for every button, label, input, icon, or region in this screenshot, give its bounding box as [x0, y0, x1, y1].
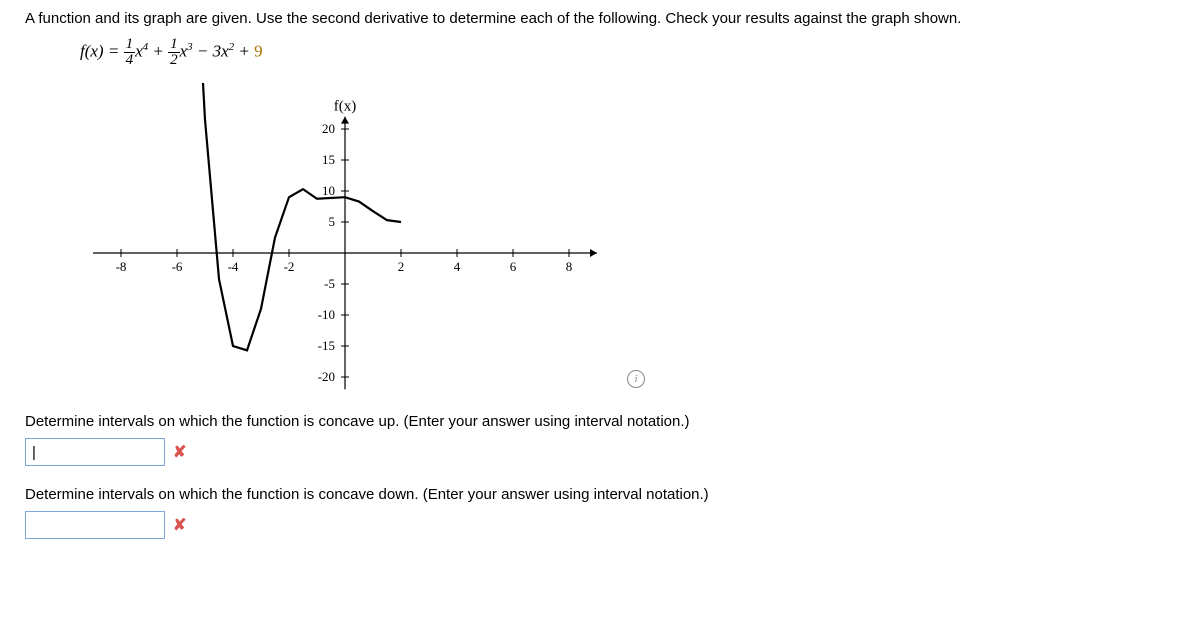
eq-lhs: f(x) =	[80, 41, 124, 60]
eq-constant: 9	[254, 41, 263, 60]
eq-minus: − 3x	[193, 41, 229, 60]
eq-plus2: +	[234, 41, 254, 60]
svg-text:10: 10	[322, 183, 335, 198]
question-concave-down: Determine intervals on which the functio…	[25, 486, 1174, 503]
eq-plus1: +	[148, 41, 168, 60]
svg-text:15: 15	[322, 152, 335, 167]
answer-row-1: ✘	[25, 438, 1174, 466]
svg-text:-4: -4	[228, 259, 239, 274]
frac-1-2: 12	[168, 37, 180, 68]
question-concave-up: Determine intervals on which the functio…	[25, 413, 1174, 430]
svg-text:-6: -6	[172, 259, 183, 274]
svg-text:-2: -2	[284, 259, 295, 274]
svg-text:-20: -20	[318, 369, 335, 384]
function-graph: -8-6-4-22468-20-15-10-55101520f(x)x i	[85, 83, 605, 393]
svg-text:-15: -15	[318, 338, 335, 353]
concave-down-input[interactable]	[25, 511, 165, 539]
svg-text:2: 2	[398, 259, 405, 274]
frac-1-4: 14	[124, 37, 136, 68]
wrong-icon: ✘	[173, 515, 186, 535]
svg-text:8: 8	[566, 259, 573, 274]
answer-row-2: ✘	[25, 511, 1174, 539]
concave-up-input[interactable]	[25, 438, 165, 466]
svg-text:f(x): f(x)	[334, 99, 357, 115]
svg-text:20: 20	[322, 121, 335, 136]
svg-text:-5: -5	[324, 276, 335, 291]
eq-x2: x	[180, 41, 188, 60]
eq-x1: x	[135, 41, 143, 60]
info-icon[interactable]: i	[627, 370, 645, 388]
svg-text:6: 6	[510, 259, 517, 274]
svg-text:-10: -10	[318, 307, 335, 322]
graph-svg: -8-6-4-22468-20-15-10-55101520f(x)x	[85, 83, 605, 393]
intro-text: A function and its graph are given. Use …	[25, 10, 1174, 27]
svg-text:4: 4	[454, 259, 461, 274]
svg-text:-8: -8	[116, 259, 127, 274]
svg-text:5: 5	[329, 214, 336, 229]
function-equation: f(x) = 14x4 + 12x3 − 3x2 + 9	[80, 37, 1174, 68]
wrong-icon: ✘	[173, 442, 186, 462]
